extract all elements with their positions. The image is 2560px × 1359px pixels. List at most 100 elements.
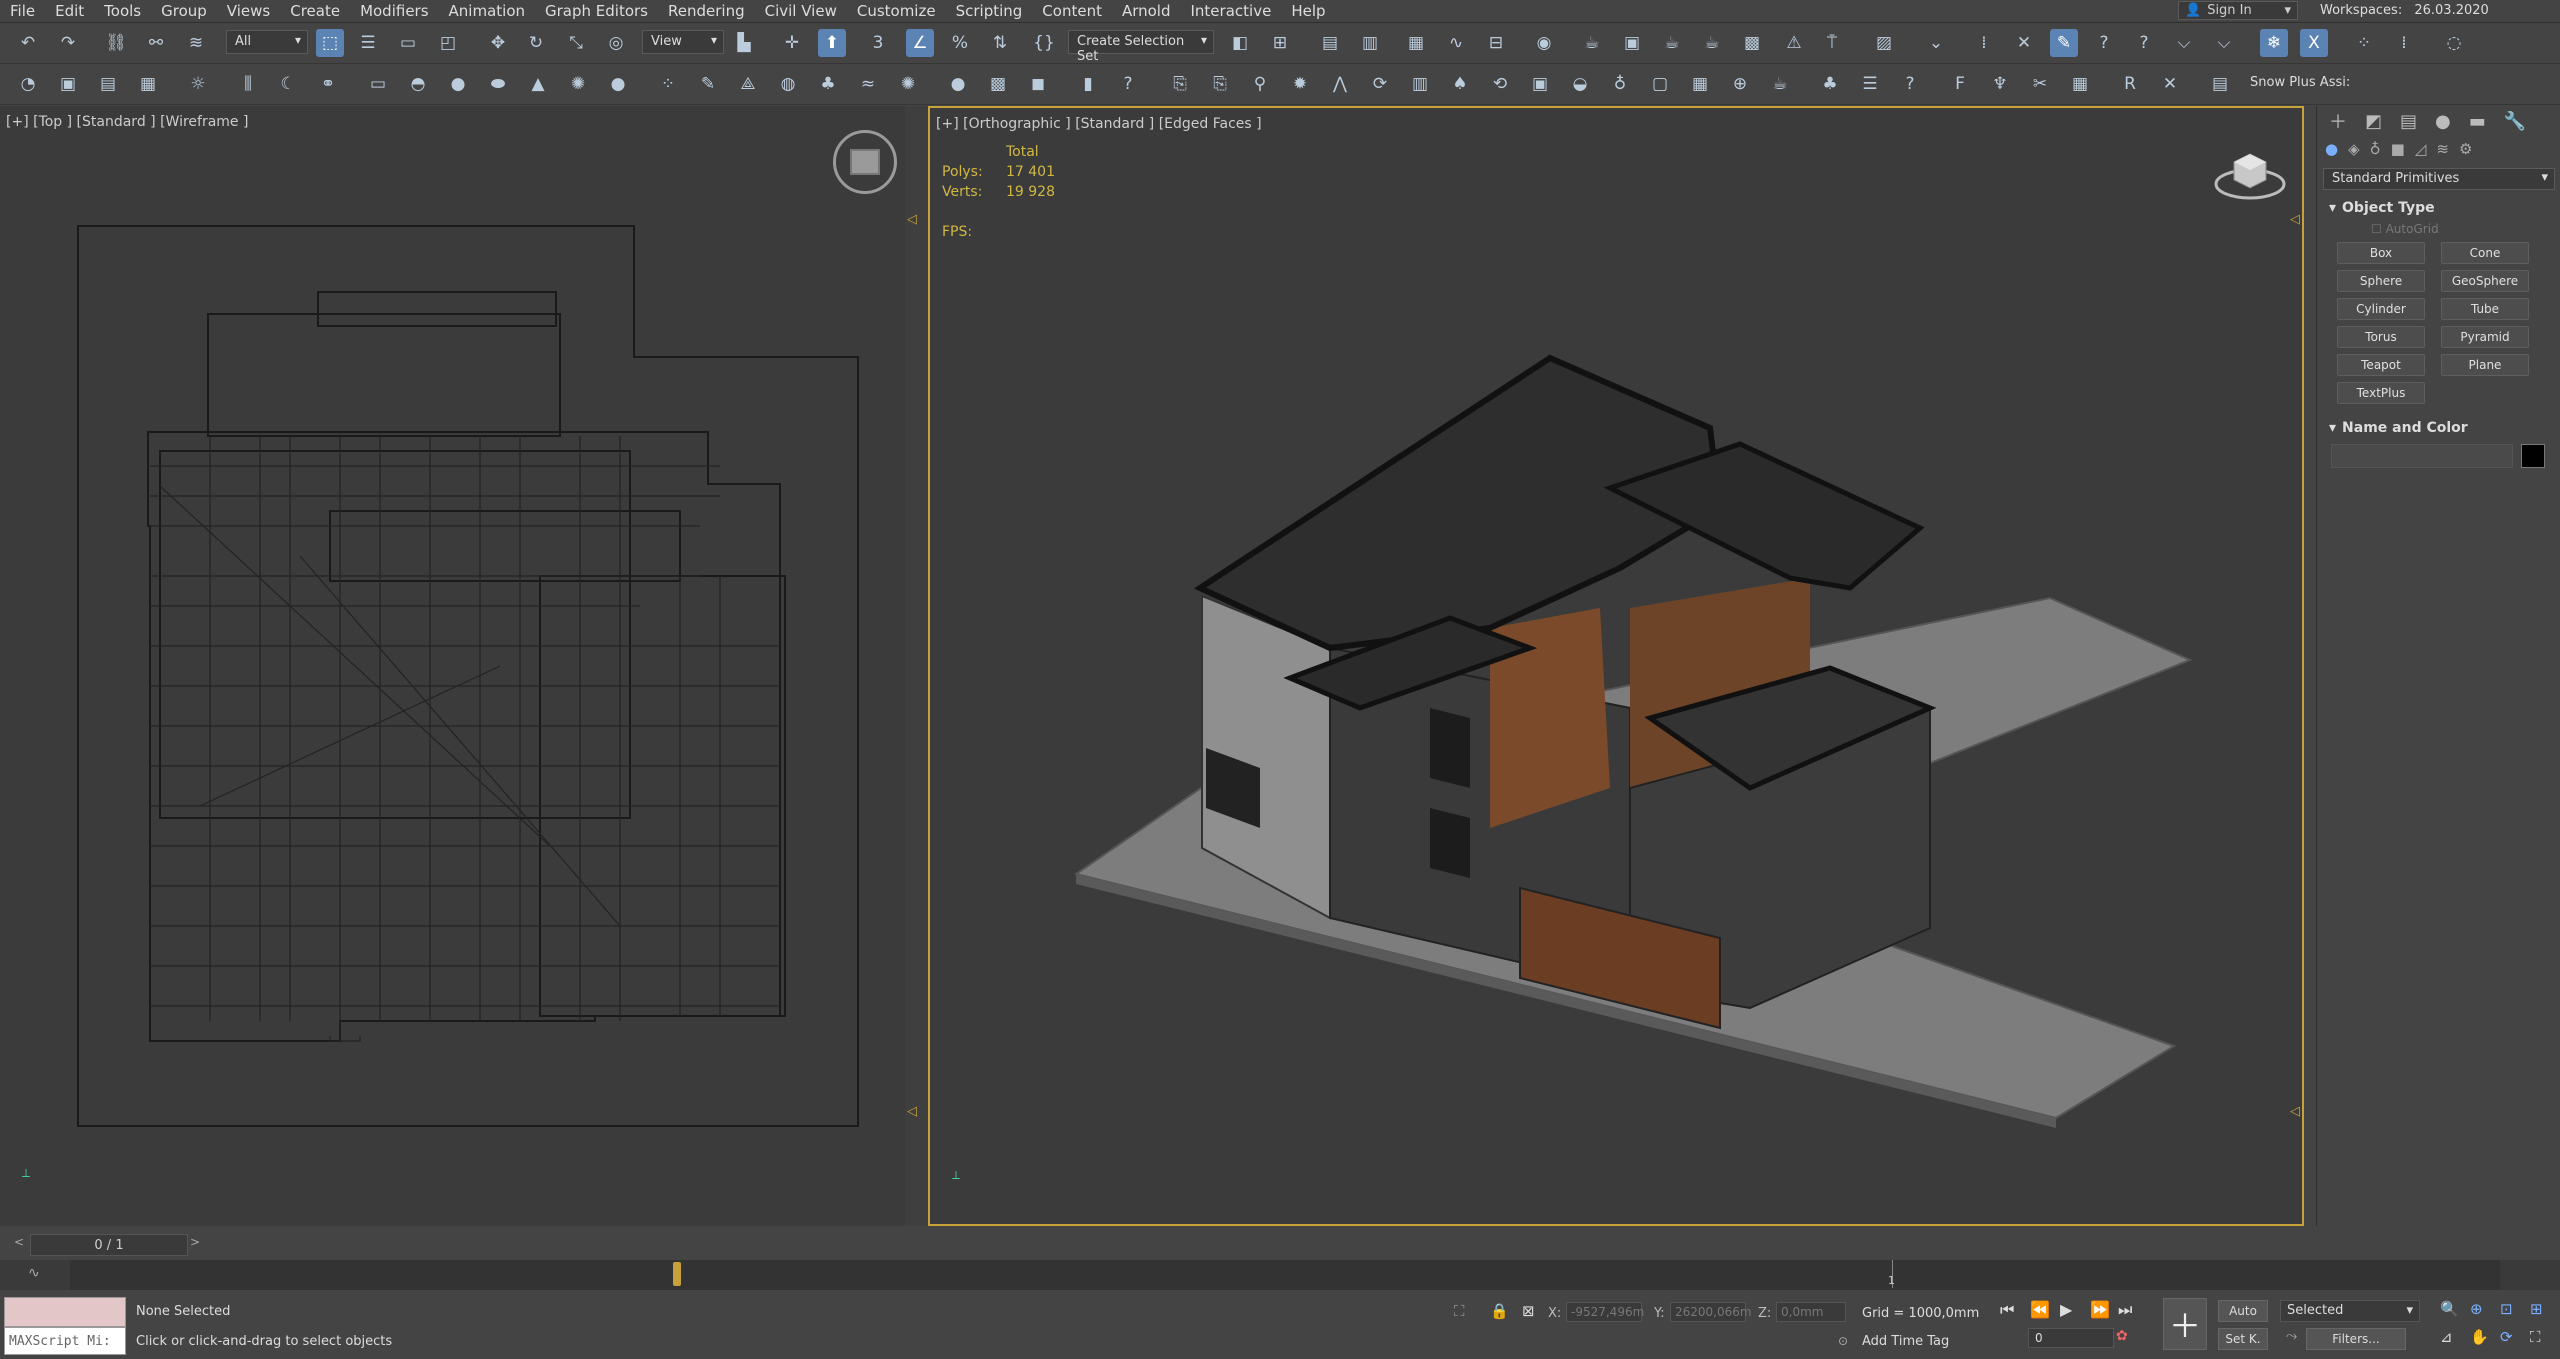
sign-in-dropdown[interactable]: 👤 Sign In ▾: [2178, 1, 2298, 20]
modify-tab-icon[interactable]: ◩: [2365, 111, 2382, 132]
texture-icon[interactable]: ▩: [984, 70, 1012, 98]
spreadsheet-icon[interactable]: ▤: [2206, 70, 2234, 98]
rectangular-selection-icon[interactable]: ▭: [394, 29, 422, 57]
bind-space-warp-icon[interactable]: ≋: [182, 29, 210, 57]
zoom-icon[interactable]: 🔍: [2440, 1300, 2459, 1318]
physical-camera-icon[interactable]: ⎘: [1206, 70, 1234, 98]
primitive-textplus-button[interactable]: TextPlus: [2337, 382, 2425, 404]
autogrid-checkbox[interactable]: ☐ AutoGrid: [2371, 222, 2560, 236]
time-slider[interactable]: < 0 / 1 >: [0, 1232, 2560, 1256]
motion-tab-icon[interactable]: ●: [2435, 111, 2451, 132]
zoom-all-icon[interactable]: ⊕: [2470, 1300, 2483, 1318]
bulb-outline-icon[interactable]: ♁: [1606, 70, 1634, 98]
menu-scripting[interactable]: Scripting: [946, 2, 1033, 20]
render-region-icon[interactable]: ⟳: [1366, 70, 1394, 98]
set-key-big-button[interactable]: ＋: [2163, 1298, 2207, 1350]
menu-group[interactable]: Group: [151, 2, 217, 20]
align-icon[interactable]: ⊞: [1266, 29, 1294, 57]
grid-lines-icon[interactable]: ⁞: [2390, 29, 2418, 57]
shapes-category-icon[interactable]: ◈: [2348, 140, 2360, 158]
box-yellow-icon[interactable]: ▭: [364, 70, 392, 98]
navigation-gizmo[interactable]: [833, 130, 897, 194]
snap-pivot-icon[interactable]: ⌵: [2170, 29, 2198, 57]
snaps-toggle-icon[interactable]: 3: [864, 29, 892, 57]
snap-midpoint-icon[interactable]: ?: [2090, 29, 2118, 57]
current-frame-field[interactable]: 0: [2028, 1328, 2114, 1348]
primitive-cone-button[interactable]: Cone: [2441, 242, 2529, 264]
undo-icon[interactable]: ↶: [14, 29, 42, 57]
menu-interactive[interactable]: Interactive: [1181, 2, 1282, 20]
maximize-viewport-icon[interactable]: ⛶: [2530, 1328, 2541, 1346]
select-object-icon[interactable]: ⬚: [316, 29, 344, 57]
maxscript-listener[interactable]: MAXScript Mi:: [4, 1297, 126, 1355]
tree-icon[interactable]: ♠: [1446, 70, 1474, 98]
warning-icon[interactable]: ⚠: [1780, 29, 1808, 57]
proxy-icon[interactable]: ▮: [1074, 70, 1102, 98]
mirror-icon[interactable]: ◧: [1226, 29, 1254, 57]
rc-icon[interactable]: R: [2116, 70, 2144, 98]
play-icon[interactable]: ▶: [2060, 1300, 2072, 1319]
table-icon[interactable]: ▦: [2066, 70, 2094, 98]
zoom-extents-all-icon[interactable]: ⊞: [2530, 1300, 2543, 1318]
isolate-selection-icon[interactable]: ⛶: [1454, 1302, 1465, 1320]
redo-icon[interactable]: ↷: [54, 29, 82, 57]
move-icon[interactable]: ✥: [484, 29, 512, 57]
viewport-orthographic[interactable]: [+] [Orthographic ] [Standard ] [Edged F…: [928, 106, 2304, 1226]
goto-end-icon[interactable]: ⏭: [2118, 1300, 2132, 1320]
library-icon[interactable]: ▥: [1406, 70, 1434, 98]
key-filter-icon[interactable]: ✿: [2116, 1328, 2128, 1344]
menu-graph-editors[interactable]: Graph Editors: [535, 2, 658, 20]
sun-icon[interactable]: ✺: [564, 70, 592, 98]
menu-content[interactable]: Content: [1032, 2, 1112, 20]
grass-icon[interactable]: ♆: [1986, 70, 2014, 98]
target-icon[interactable]: ⊕: [1726, 70, 1754, 98]
angle-snap-icon[interactable]: ∠: [906, 29, 934, 57]
ribbon-toggle-icon[interactable]: ▦: [1402, 29, 1430, 57]
zoom-extents-icon[interactable]: ⊡: [2500, 1300, 2513, 1318]
primitive-tube-button[interactable]: Tube: [2441, 298, 2529, 320]
disc-icon[interactable]: ⬬: [484, 70, 512, 98]
keyboard-shortcut-override-icon[interactable]: ⬆: [818, 29, 846, 57]
particles-icon[interactable]: ✺: [894, 70, 922, 98]
next-frame-arrow-icon[interactable]: >: [190, 1235, 200, 1249]
prev-key-icon[interactable]: ⏪: [2030, 1300, 2050, 1319]
help-icon[interactable]: ?: [1896, 70, 1924, 98]
snow-plus-label[interactable]: Snow Plus Assi:: [2250, 75, 2350, 90]
next-key-icon[interactable]: ⏩: [2090, 1300, 2110, 1319]
menu-arnold[interactable]: Arnold: [1112, 2, 1181, 20]
snap-edge-icon[interactable]: ✕: [2010, 29, 2038, 57]
menu-modifiers[interactable]: Modifiers: [350, 2, 438, 20]
snap-vertex-icon[interactable]: ⁞: [1970, 29, 1998, 57]
grid-dots-icon[interactable]: ⁘: [2350, 29, 2378, 57]
list-orange-icon[interactable]: ☰: [1856, 70, 1884, 98]
menu-file[interactable]: File: [0, 2, 45, 20]
refresh-icon[interactable]: ⟲: [1486, 70, 1514, 98]
link-icon[interactable]: ⛓: [102, 29, 130, 57]
hierarchy-tab-icon[interactable]: ▤: [2400, 111, 2417, 132]
material-editor-icon[interactable]: ◉: [1530, 29, 1558, 57]
sphere-yellow-icon[interactable]: ●: [604, 70, 632, 98]
goto-start-icon[interactable]: ⏮: [2000, 1300, 2014, 1320]
systems-category-icon[interactable]: ⚙: [2459, 140, 2472, 158]
pin-icon[interactable]: ⍑: [1818, 29, 1846, 57]
orbit-icon[interactable]: ⟳: [2500, 1328, 2513, 1346]
menu-civil-view[interactable]: Civil View: [755, 2, 847, 20]
frame-buffer-icon[interactable]: ▣: [1526, 70, 1554, 98]
z-coord-field[interactable]: 0,0mm: [1776, 1302, 1846, 1322]
viewport-top[interactable]: [+] [Top ] [Standard ] [Wireframe ] ⟂: [0, 106, 905, 1226]
object-name-field[interactable]: [2331, 444, 2513, 468]
cameras-category-icon[interactable]: ■: [2391, 140, 2405, 158]
edit-named-selection-icon[interactable]: {}: [1030, 29, 1058, 57]
field-of-view-icon[interactable]: ⊿: [2440, 1328, 2453, 1346]
xray-icon[interactable]: X: [2300, 29, 2328, 57]
teapot-icon[interactable]: ☕: [1766, 70, 1794, 98]
menu-rendering[interactable]: Rendering: [658, 2, 755, 20]
primitive-sphere-button[interactable]: Sphere: [2337, 270, 2425, 292]
track-bar[interactable]: ∿ 1: [0, 1260, 2560, 1290]
snap-settings-icon[interactable]: ◌: [2440, 29, 2468, 57]
menu-views[interactable]: Views: [217, 2, 280, 20]
chevron-down-double-icon[interactable]: ⌄: [1922, 29, 1950, 57]
object-color-swatch[interactable]: [2521, 444, 2545, 468]
window-crossing-icon[interactable]: ◰: [434, 29, 462, 57]
rendered-frame-window-icon[interactable]: ▣: [1618, 29, 1646, 57]
